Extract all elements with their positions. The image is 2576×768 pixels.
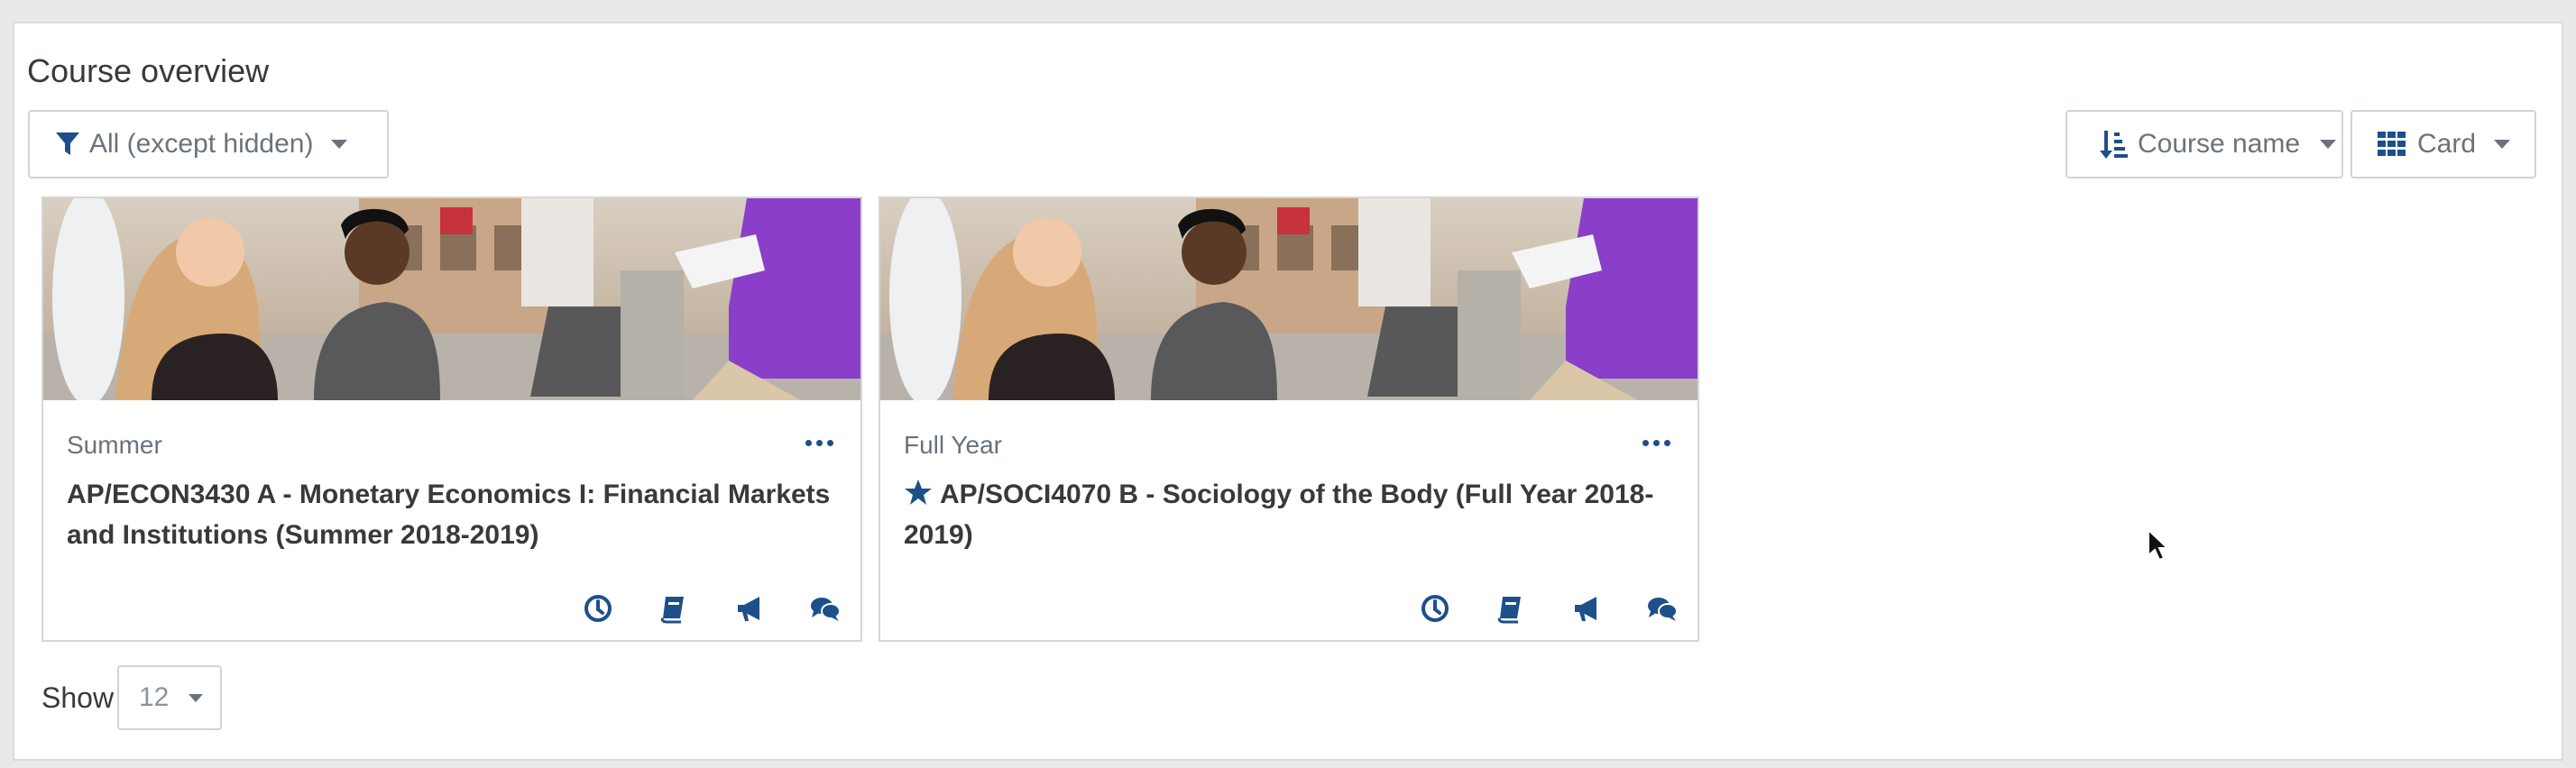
- course-image[interactable]: [880, 198, 1697, 400]
- sort-icon: [2100, 131, 2128, 159]
- chevron-down-icon: [2320, 140, 2337, 149]
- course-title-link[interactable]: AP/SOCI4070 B - Sociology of the Body (F…: [904, 474, 1670, 555]
- course-menu-button[interactable]: [805, 440, 833, 446]
- view-dropdown[interactable]: Card: [2351, 110, 2536, 178]
- filter-dropdown[interactable]: All (except hidden): [28, 110, 389, 178]
- book-icon[interactable]: [658, 593, 689, 624]
- filter-label: All (except hidden): [89, 129, 314, 159]
- per-page-select[interactable]: 12: [117, 665, 222, 730]
- clock-icon[interactable]: [583, 593, 613, 624]
- ellipsis-icon: [805, 440, 812, 446]
- chat-icon[interactable]: [1647, 593, 1678, 624]
- chevron-down-icon: [2494, 140, 2511, 149]
- course-card[interactable]: Full Year AP/SOCI4070 B - Sociology of t…: [879, 197, 1699, 642]
- course-category: Full Year: [904, 431, 1002, 459]
- course-title-link[interactable]: AP/ECON3430 A - Monetary Economics I: Fi…: [67, 474, 833, 555]
- mouse-cursor-icon: [2148, 528, 2170, 562]
- grid-icon: [2378, 132, 2406, 156]
- sort-dropdown[interactable]: Course name: [2065, 110, 2343, 178]
- course-category: Summer: [67, 431, 162, 459]
- course-image[interactable]: [43, 198, 860, 400]
- megaphone-icon[interactable]: [734, 593, 765, 624]
- filter-icon: [56, 133, 79, 155]
- show-label: Show: [41, 681, 115, 714]
- chat-icon[interactable]: [810, 593, 841, 624]
- clock-icon[interactable]: [1420, 593, 1450, 624]
- course-actions: [583, 593, 841, 624]
- view-label: Card: [2417, 129, 2477, 159]
- ellipsis-icon: [1642, 440, 1649, 446]
- course-actions: [1420, 593, 1678, 624]
- megaphone-icon[interactable]: [1571, 593, 1602, 624]
- star-icon: [905, 480, 932, 505]
- book-icon[interactable]: [1495, 593, 1526, 624]
- course-card[interactable]: Summer AP/ECON3430 A - Monetary Economic…: [41, 197, 862, 642]
- sort-label: Course name: [2138, 129, 2301, 159]
- block-title: Course overview: [27, 52, 270, 89]
- chevron-down-icon: [189, 693, 204, 702]
- course-menu-button[interactable]: [1642, 440, 1670, 446]
- per-page-value: 12: [139, 682, 170, 712]
- chevron-down-icon: [331, 140, 348, 149]
